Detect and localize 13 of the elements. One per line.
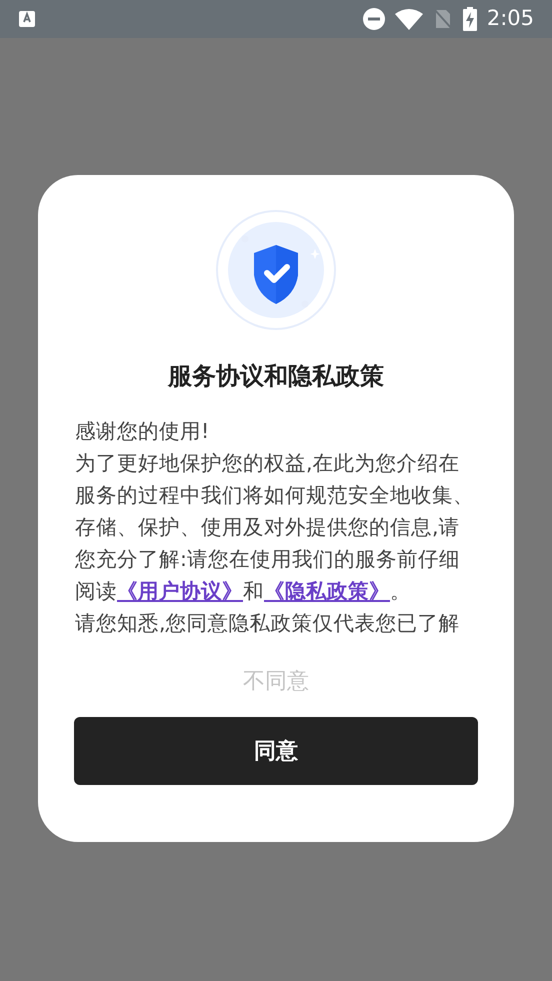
body-paragraph: 请您知悉,您同意隐私政策仅代表您已了解 (75, 610, 461, 637)
policy-link[interactable]: 《隐私政策》 (264, 579, 390, 603)
do-not-disturb-icon (362, 8, 385, 30)
dialog-title: 服务协议和隐私政策 (168, 361, 384, 391)
battery-charging-icon (462, 7, 477, 31)
clock-time: 2:05 (486, 5, 534, 32)
keyboard-app-icon (18, 10, 36, 28)
policy-link[interactable]: 《用户协议》 (117, 579, 243, 603)
body-paragraph: 感谢您的使用! (75, 418, 210, 445)
shield-check-icon (215, 209, 337, 331)
body-paragraph: 为了更好地保护您的权益,在此为您介绍在服务的过程中我们将如何规范安全地收集、存储、保护、使用及对外提供您的信息,请您充分了解:请您在使用我们的服务前仔细阅读《用户协议》和《隐私政策》。 (75, 450, 475, 605)
wifi-icon (394, 8, 423, 30)
accept-button[interactable]: 同意 (74, 717, 478, 785)
